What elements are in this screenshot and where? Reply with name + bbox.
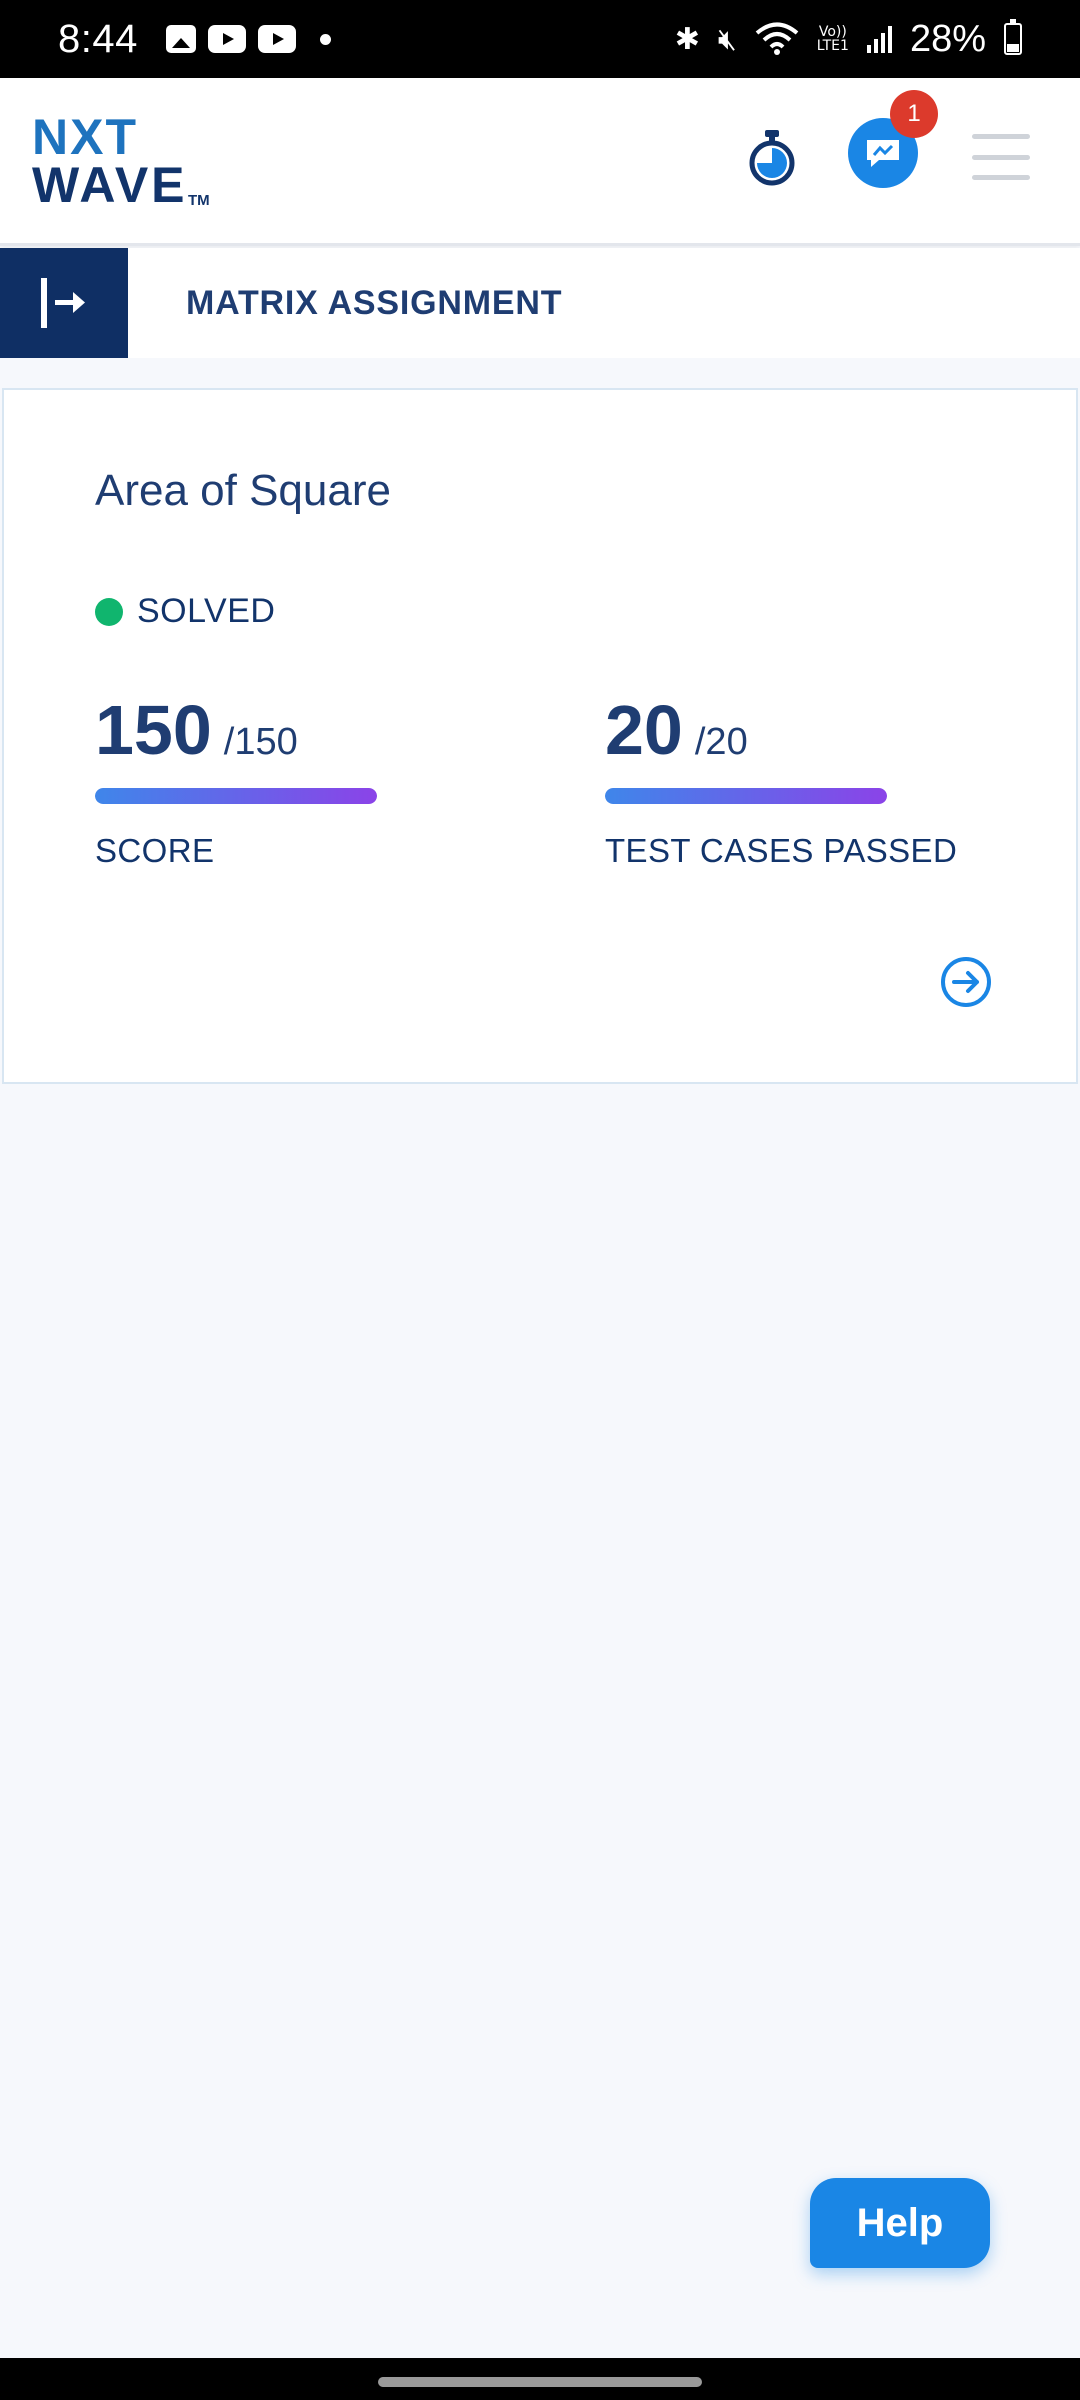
menu-line: [972, 154, 1030, 160]
status-label: SOLVED: [137, 592, 276, 630]
chat-icon: [867, 140, 899, 167]
score-total: /150: [223, 721, 298, 763]
wifi-icon: [755, 22, 799, 55]
score-label: SCORE: [95, 832, 215, 869]
notification-icons: [165, 25, 331, 53]
mute-icon: 🔇︎: [717, 21, 737, 57]
score-progress-fill: [95, 788, 377, 804]
expand-sidebar-button[interactable]: [0, 248, 128, 358]
test-cases-label: TEST CASES PASSED: [605, 832, 958, 869]
chat-notification-badge: 1: [890, 90, 938, 138]
help-button[interactable]: Help: [810, 2178, 990, 2268]
signal-strength-icon: [866, 25, 892, 53]
test-cases-progress-fill: [605, 788, 887, 804]
logo-trademark: TM: [188, 192, 210, 209]
stopwatch-icon: [749, 130, 795, 186]
test-cases-progress-bar: [605, 788, 887, 804]
test-cases-metric: 20 /20 TEST CASES PASSED: [605, 690, 1005, 870]
bluetooth-icon: ✱: [674, 21, 700, 57]
app-header: NXT WAVE TM 1: [0, 78, 1080, 246]
solved-status-dot-icon: [95, 597, 123, 626]
score-value: 150: [95, 691, 212, 769]
test-cases-total: /20: [694, 721, 748, 763]
arrow-right-circle-icon: [941, 957, 991, 1007]
logo-line-2: WAVE: [32, 157, 188, 213]
question-title: Area of Square: [95, 466, 391, 515]
score-progress-bar: [95, 788, 377, 804]
test-cases-value-row: 20 /20: [605, 690, 1005, 770]
system-status-icons: ✱ 🔇︎ Vo)) LTE1 28%: [675, 18, 1022, 61]
lte-label: LTE1: [816, 38, 849, 54]
battery-icon: [1004, 19, 1022, 55]
more-notifications-dot-icon: [319, 33, 331, 45]
gallery-notification-icon: [165, 25, 196, 53]
status-bar: 8:44 ✱ 🔇︎ Vo)) LTE1 28%: [0, 0, 1080, 78]
score-metric: 150 /150 SCORE: [95, 690, 495, 870]
status-time: 8:44: [58, 16, 138, 61]
volte-indicator: Vo)) LTE1: [817, 25, 849, 53]
battery-percentage: 28%: [909, 17, 986, 60]
stopwatch-button[interactable]: [746, 128, 798, 188]
open-question-button[interactable]: [939, 955, 993, 1009]
assignment-bar: MATRIX ASSIGNMENT: [0, 248, 1080, 358]
score-value-row: 150 /150: [95, 690, 495, 770]
expand-arrow-icon: [41, 278, 85, 328]
menu-line: [972, 134, 1030, 139]
menu-line: [972, 175, 1030, 180]
hamburger-menu-button[interactable]: [972, 134, 1030, 180]
question-card[interactable]: Area of Square SOLVED 150 /150 SCORE 20 …: [2, 388, 1078, 1084]
status-row: SOLVED: [95, 592, 275, 631]
youtube-notification-icon: [207, 25, 246, 53]
youtube-notification-icon: [257, 25, 296, 53]
home-gesture-handle[interactable]: [378, 2377, 702, 2387]
nxtwave-logo[interactable]: NXT WAVE TM: [32, 108, 222, 213]
assignment-title: MATRIX ASSIGNMENT: [186, 284, 563, 322]
test-cases-value: 20: [605, 691, 683, 769]
system-navigation-bar: [0, 2358, 1080, 2400]
